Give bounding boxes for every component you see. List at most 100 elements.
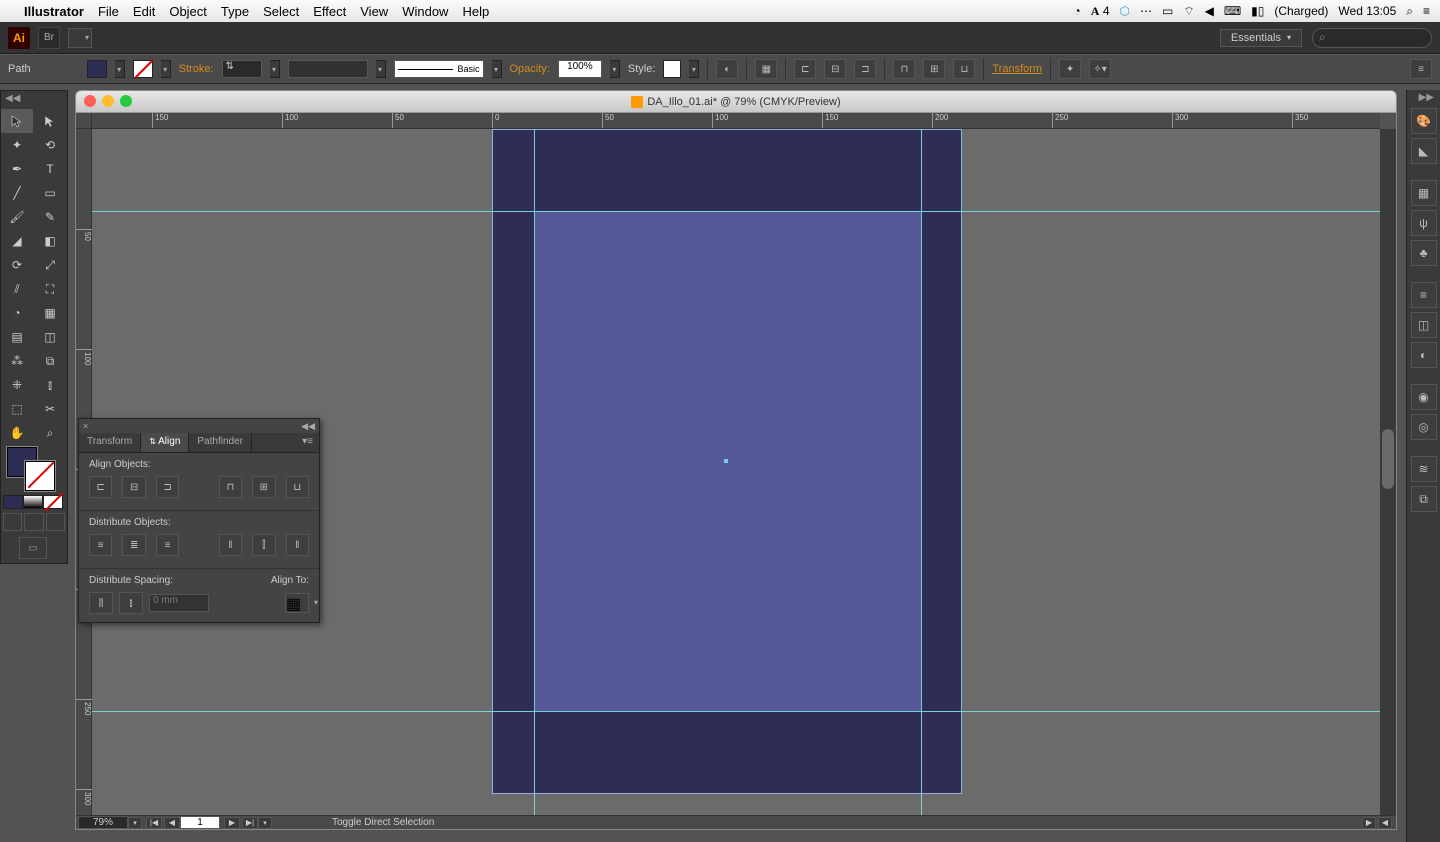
dropbox-icon[interactable]: ⬡ [1120,4,1130,18]
appearance-panel-button[interactable]: ◉ [1411,384,1437,410]
halign-left-button[interactable]: ⊏ [89,476,112,498]
menu-object[interactable]: Object [169,4,207,19]
align-hcenter-button[interactable]: ⊟ [824,59,846,79]
arrange-documents-button[interactable] [68,28,92,48]
lasso-tool[interactable]: ⟲ [34,133,66,157]
color-panel-button[interactable]: 🎨 [1411,108,1437,134]
zoom-dropdown[interactable]: ▾ [128,817,142,829]
brush-arrow[interactable]: ▾ [492,60,502,78]
guide-bottom[interactable] [92,711,1380,712]
none-mode-button[interactable] [43,495,63,509]
width-profile-dropdown[interactable] [288,60,368,78]
menu-edit[interactable]: Edit [133,4,155,19]
pen-tool[interactable]: ✒ [1,157,33,181]
transparency-panel-button[interactable]: ◐ [1411,342,1437,368]
menu-type[interactable]: Type [221,4,249,19]
menu-help[interactable]: Help [462,4,489,19]
vscroll-thumb[interactable] [1382,429,1394,489]
type-tool[interactable]: T [34,157,66,181]
vdist-bottom-button[interactable]: ≡ [156,534,179,556]
guide-left[interactable] [534,129,535,815]
panel-close-button[interactable]: × [83,421,88,431]
hscroll-right-button[interactable]: ◀ [1378,817,1392,829]
panel-menu-button[interactable]: ▾≡ [296,433,319,452]
gradient-panel-button[interactable]: ◫ [1411,312,1437,338]
align-panel-button[interactable]: ▦ [755,59,777,79]
control-bar-menu[interactable]: ≡ [1410,59,1432,79]
shape-builder-tool[interactable]: ◔ [1,301,33,325]
stroke-label[interactable]: Stroke: [179,63,214,75]
align-top-button[interactable]: ⊓ [893,59,915,79]
display-icon[interactable]: ▭ [1162,4,1173,18]
graphic-styles-panel-button[interactable]: ◎ [1411,414,1437,440]
vdist-space-button[interactable]: ⫼ [89,592,113,614]
color-mode-button[interactable] [3,495,23,509]
eyedropper-tool[interactable]: ⁂ [1,349,33,373]
adobe-status[interactable]: A A 44 [1091,4,1110,19]
width-profile-arrow[interactable]: ▾ [376,60,386,78]
stroke-dropdown[interactable]: ▾ [161,60,171,78]
app-menu[interactable]: Illustrator [24,4,84,19]
zoom-input[interactable]: 79% [78,816,128,829]
wifi-icon[interactable]: ⌔ [1183,4,1194,19]
gradient-tool[interactable]: ◫ [34,325,66,349]
bridge-button[interactable]: Br [38,27,60,49]
fill-swatch[interactable] [87,60,107,78]
menu-select[interactable]: Select [263,4,299,19]
vdist-center-button[interactable]: ≣ [122,534,145,556]
brush-dropdown[interactable]: Basic [394,60,484,78]
document-titlebar[interactable]: DA_Illo_01.ai* @ 79% (CMYK/Preview) [76,91,1396,113]
tab-pathfinder[interactable]: Pathfinder [189,433,252,452]
free-transform-tool[interactable]: ⛶ [34,277,66,301]
prev-artboard-button[interactable]: ◀ [164,817,180,829]
direct-selection-tool[interactable] [34,109,66,133]
last-artboard-button[interactable]: ▶| [242,817,258,829]
draw-behind-button[interactable] [24,513,43,531]
stroke-weight-input[interactable]: ⇅ [222,60,262,78]
swatches-panel-button[interactable]: ▦ [1411,180,1437,206]
valign-center-button[interactable]: ⊞ [252,476,275,498]
screen-mode-button[interactable]: ▭ [19,537,47,559]
mesh-tool[interactable]: ▤ [1,325,33,349]
draw-inside-button[interactable] [46,513,65,531]
battery-icon[interactable]: ▮▯ [1251,4,1264,18]
workspace-switcher[interactable]: Essentials [1220,29,1302,47]
edit-clip-button[interactable]: ✧▾ [1089,59,1111,79]
notification-icon[interactable]: ≡ [1423,4,1430,18]
volume-icon[interactable]: ◀ [1205,4,1214,18]
dock-collapse-button[interactable]: ▶▶ [1419,92,1434,103]
ruler-origin[interactable] [76,113,92,129]
clock[interactable]: Wed 13:05 [1338,4,1396,18]
window-minimize-button[interactable] [102,95,114,107]
opacity-input[interactable]: 100% [558,60,602,78]
layers-panel-button[interactable]: ≋ [1411,456,1437,482]
opacity-label[interactable]: Opacity: [510,63,550,75]
line-tool[interactable]: ╱ [1,181,33,205]
stroke-weight-dropdown[interactable]: ▾ [270,60,280,78]
paintbrush-tool[interactable]: 🖌 [1,205,33,229]
rectangle-tool[interactable]: ▭ [34,181,66,205]
guide-right[interactable] [921,129,922,815]
blob-brush-tool[interactable]: ◢ [1,229,33,253]
first-artboard-button[interactable]: |◀ [146,817,162,829]
tools-collapse-button[interactable]: ◀◀ [5,93,20,104]
menu-view[interactable]: View [360,4,388,19]
horizontal-ruler[interactable]: 150 100 50 0 50 100 150 200 250 300 350 [92,113,1380,129]
menu-effect[interactable]: Effect [313,4,346,19]
style-arrow[interactable]: ▾ [689,60,699,78]
next-artboard-button[interactable]: ▶ [224,817,240,829]
artboard-nav-dropdown[interactable]: ▾ [258,817,272,829]
slice-tool[interactable]: ✂ [34,397,66,421]
align-vcenter-button[interactable]: ⊞ [923,59,945,79]
artboards-panel-button[interactable]: ⧉ [1411,486,1437,512]
hdist-space-button[interactable]: ⫾ [119,592,143,614]
zoom-tool[interactable]: ⌕ [34,421,66,445]
magic-wand-tool[interactable]: ✦ [1,133,33,157]
recolor-button[interactable]: ◐ [716,59,738,79]
hdist-left-button[interactable]: ‖ [219,534,242,556]
halign-center-button[interactable]: ⊟ [122,476,145,498]
pencil-tool[interactable]: ✎ [34,205,66,229]
vertical-scrollbar[interactable] [1380,129,1396,815]
search-input[interactable] [1312,28,1432,48]
brushes-panel-button[interactable]: ψ [1411,210,1437,236]
